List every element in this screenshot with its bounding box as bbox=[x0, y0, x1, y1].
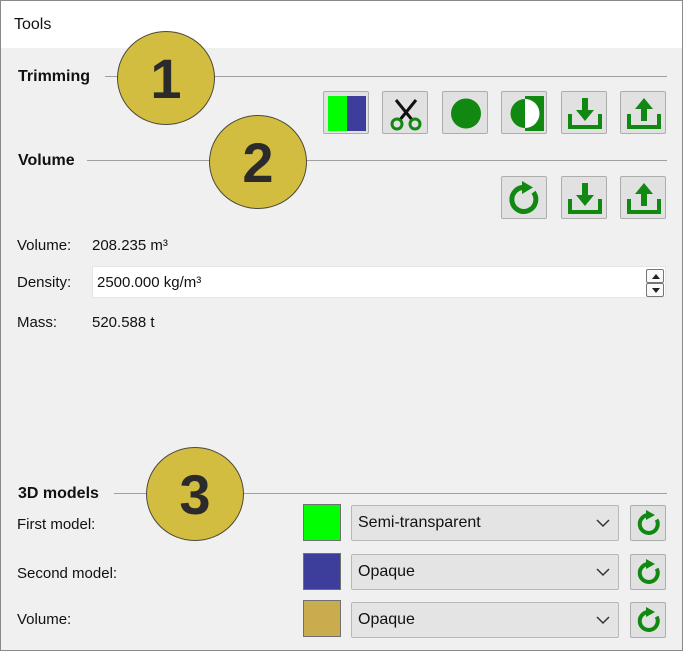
mass-label: Mass: bbox=[17, 314, 58, 331]
arrow-down-icon bbox=[652, 288, 660, 293]
second-model-mode-select[interactable]: Opaque bbox=[351, 554, 619, 590]
callout-badge-3: 3 bbox=[146, 447, 244, 541]
density-input[interactable]: 2500.000 kg/m³ bbox=[92, 266, 666, 298]
scissors-icon bbox=[390, 99, 422, 131]
volume-model-label: Volume: bbox=[17, 611, 72, 628]
first-model-label: First model: bbox=[17, 516, 96, 533]
refresh-icon bbox=[637, 510, 660, 535]
first-model-mode-value: Semi-transparent bbox=[358, 514, 481, 531]
models-section-title: 3D models bbox=[18, 485, 99, 502]
trimming-import-button[interactable] bbox=[561, 91, 607, 134]
volume-label: Volume: bbox=[17, 237, 72, 254]
tools-panel: Tools Trimming 1 Volume 2 Volume: 208.23… bbox=[0, 0, 683, 651]
scissors-button[interactable] bbox=[382, 91, 428, 134]
invert-button[interactable] bbox=[501, 91, 547, 134]
title-bar: Tools bbox=[1, 1, 682, 48]
refresh-icon bbox=[509, 181, 539, 214]
fill-circle-button[interactable] bbox=[442, 91, 488, 134]
chevron-down-icon bbox=[596, 568, 610, 577]
chevron-down-icon bbox=[596, 519, 610, 528]
callout-badge-2: 2 bbox=[209, 115, 307, 209]
split-color-icon bbox=[328, 96, 366, 131]
mass-value: 520.588 t bbox=[92, 314, 155, 331]
chevron-down-icon bbox=[596, 616, 610, 625]
volume-export-button[interactable] bbox=[620, 176, 666, 219]
density-label: Density: bbox=[17, 274, 72, 291]
volume-model-color-swatch[interactable] bbox=[303, 600, 341, 637]
refresh-icon bbox=[637, 559, 660, 584]
download-icon bbox=[568, 98, 602, 129]
window-title: Tools bbox=[14, 16, 52, 33]
split-color-button[interactable] bbox=[323, 91, 369, 134]
volume-import-button[interactable] bbox=[561, 176, 607, 219]
density-spin-down-button[interactable] bbox=[646, 283, 664, 297]
second-model-reset-button[interactable] bbox=[630, 554, 666, 590]
upload-icon bbox=[627, 98, 661, 129]
first-model-reset-button[interactable] bbox=[630, 505, 666, 541]
second-model-color-swatch[interactable] bbox=[303, 553, 341, 590]
callout-badge-1: 1 bbox=[117, 31, 215, 125]
arrow-up-icon bbox=[652, 274, 660, 279]
volume-section-title: Volume bbox=[18, 152, 75, 169]
volume-recalculate-button[interactable] bbox=[501, 176, 547, 219]
volume-model-mode-select[interactable]: Opaque bbox=[351, 602, 619, 638]
circle-icon bbox=[451, 98, 481, 129]
volume-value: 208.235 m³ bbox=[92, 237, 168, 254]
upload-icon bbox=[627, 183, 661, 214]
volume-divider bbox=[87, 160, 667, 161]
volume-model-mode-value: Opaque bbox=[358, 611, 415, 628]
first-model-mode-select[interactable]: Semi-transparent bbox=[351, 505, 619, 541]
density-value: 2500.000 kg/m³ bbox=[97, 274, 202, 291]
first-model-color-swatch[interactable] bbox=[303, 504, 341, 541]
trimming-export-button[interactable] bbox=[620, 91, 666, 134]
density-spin-up-button[interactable] bbox=[646, 269, 664, 283]
second-model-mode-value: Opaque bbox=[358, 563, 415, 580]
volume-model-reset-button[interactable] bbox=[630, 602, 666, 638]
trimming-section-title: Trimming bbox=[18, 68, 91, 85]
second-model-label: Second model: bbox=[17, 565, 118, 582]
download-icon bbox=[568, 183, 602, 214]
half-circle-icon bbox=[510, 96, 544, 131]
refresh-icon bbox=[637, 607, 660, 632]
